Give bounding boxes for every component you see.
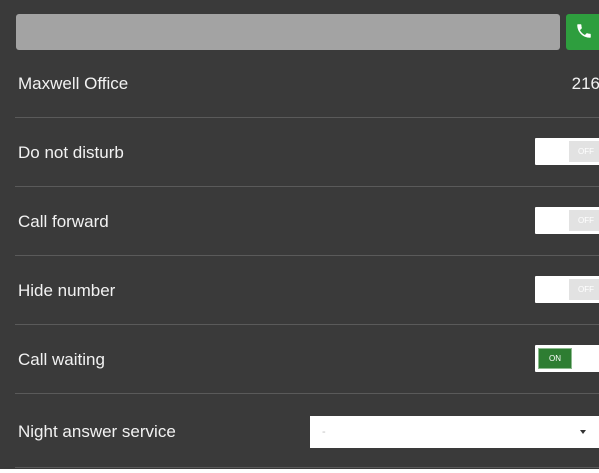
- call-button[interactable]: [566, 14, 599, 50]
- setting-row-call-forward: Call forward OFF: [15, 188, 599, 256]
- toggle-state: OFF: [569, 210, 599, 231]
- setting-label: Do not disturb: [18, 142, 124, 162]
- call-waiting-toggle[interactable]: ON: [535, 345, 599, 372]
- toggle-state: OFF: [569, 279, 599, 300]
- select-value: -: [322, 426, 326, 438]
- setting-row-night-answer: Night answer service -: [15, 397, 599, 468]
- chevron-down-icon: [580, 430, 586, 434]
- hide-number-toggle[interactable]: OFF: [535, 276, 599, 303]
- phone-settings-panel: Maxwell Office 216 Do not disturb OFF Ca…: [0, 0, 599, 469]
- setting-label: Hide number: [18, 280, 116, 300]
- setting-row-call-waiting: Call waiting ON: [15, 326, 599, 394]
- account-name: Maxwell Office: [18, 73, 129, 93]
- phone-icon: [577, 24, 591, 38]
- do-not-disturb-toggle[interactable]: OFF: [535, 138, 599, 165]
- account-extension: 216: [571, 73, 599, 93]
- toggle-state: ON: [538, 348, 572, 369]
- setting-row-hide-number: Hide number OFF: [15, 257, 599, 325]
- night-answer-select[interactable]: -: [310, 416, 599, 448]
- dial-number-input[interactable]: [16, 14, 560, 50]
- call-forward-toggle[interactable]: OFF: [535, 207, 599, 234]
- account-row: Maxwell Office 216: [15, 50, 599, 118]
- setting-label: Night answer service: [18, 422, 176, 441]
- toggle-state: OFF: [569, 141, 599, 162]
- setting-label: Call waiting: [18, 349, 105, 369]
- setting-row-do-not-disturb: Do not disturb OFF: [15, 119, 599, 187]
- setting-label: Call forward: [18, 211, 109, 231]
